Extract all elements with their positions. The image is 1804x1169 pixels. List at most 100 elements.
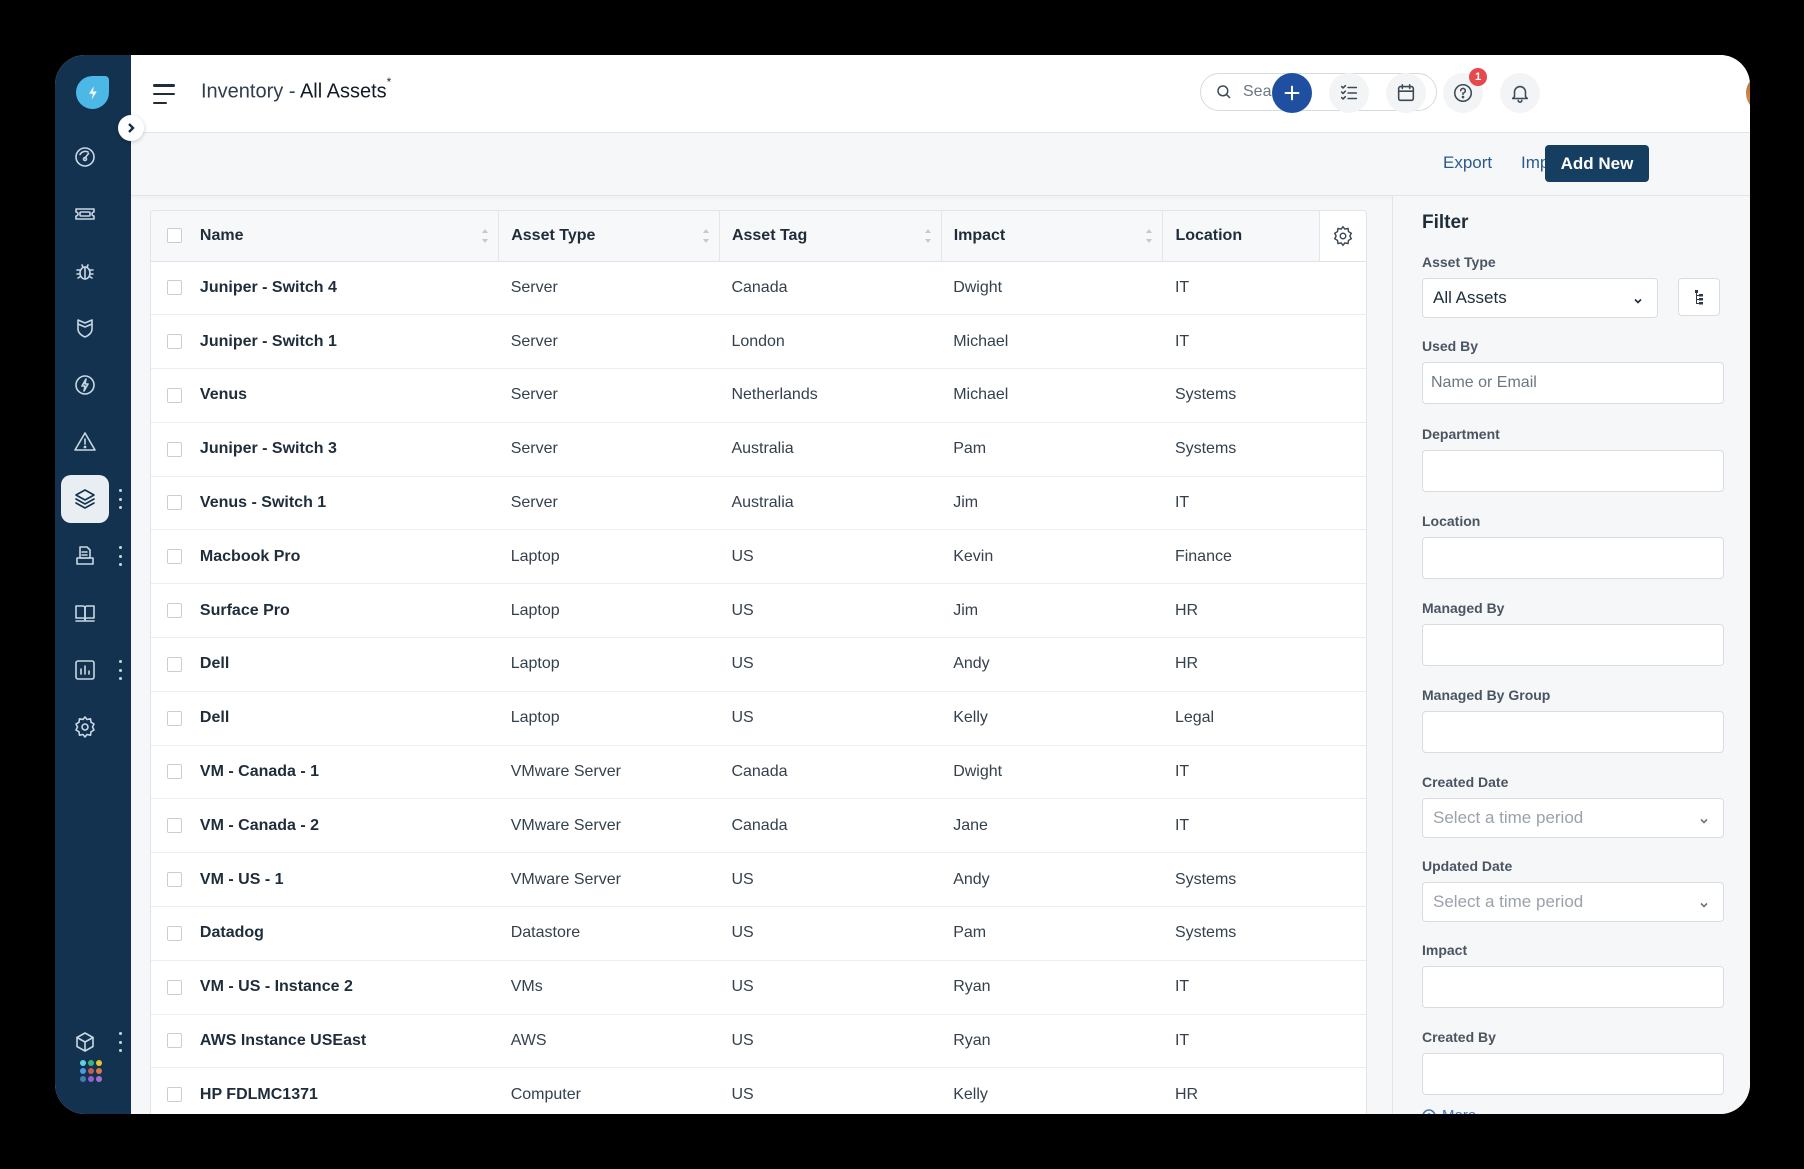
table-row[interactable]: Dell Laptop US Kelly Legal: [151, 691, 1366, 746]
cell-name[interactable]: VM - US - Instance 2: [200, 960, 499, 1014]
table-row[interactable]: AWS Instance USEast AWS US Ryan IT: [151, 1014, 1366, 1068]
table-row[interactable]: Macbook Pro Laptop US Kevin Finance: [151, 530, 1366, 584]
created-by-input[interactable]: [1422, 1053, 1724, 1095]
calendar-button[interactable]: [1386, 73, 1426, 113]
row-checkbox[interactable]: [167, 280, 182, 296]
cell-name[interactable]: HP FDLMC1371: [200, 1068, 499, 1114]
cell-name[interactable]: AWS Instance USEast: [200, 1014, 499, 1068]
row-checkbox[interactable]: [167, 871, 182, 887]
used-by-input[interactable]: [1422, 362, 1724, 404]
sidebar-item-purchases[interactable]: [61, 532, 109, 580]
add-new-button[interactable]: Add New: [1545, 145, 1649, 182]
sidebar-expand-button[interactable]: [118, 115, 144, 141]
tasks-button[interactable]: [1329, 73, 1369, 113]
sort-icon[interactable]: [924, 229, 931, 243]
cell-name[interactable]: Juniper - Switch 4: [200, 261, 499, 315]
cell-name[interactable]: Dell: [200, 691, 499, 745]
row-checkbox[interactable]: [167, 549, 182, 565]
help-button[interactable]: 1: [1443, 68, 1487, 113]
cell-name[interactable]: Juniper - Switch 3: [200, 422, 499, 476]
sort-icon[interactable]: [702, 229, 709, 243]
sort-icon[interactable]: [1146, 229, 1153, 243]
managed-by-group-input[interactable]: [1422, 711, 1724, 753]
table-row[interactable]: Juniper - Switch 3 Server Australia Pam Syst…: [151, 422, 1366, 477]
table-row[interactable]: Venus - Switch 1 Server Australia Jim IT: [151, 476, 1366, 530]
sidebar-item-reports[interactable]: [61, 646, 109, 694]
asset-type-select[interactable]: All Assets: [1422, 278, 1658, 318]
modules-more-menu[interactable]: [117, 1032, 123, 1052]
cell-name[interactable]: Dell: [200, 638, 499, 692]
row-checkbox[interactable]: [167, 602, 182, 618]
sidebar-item-releases[interactable]: [61, 361, 109, 409]
more-filters-link[interactable]: More: [1422, 1107, 1476, 1114]
row-checkbox[interactable]: [167, 818, 182, 834]
cell-name[interactable]: VM - Canada - 2: [200, 799, 499, 853]
table-row[interactable]: VM - Canada - 1 VMware Server Canada Dwight…: [151, 745, 1366, 799]
row-checkbox[interactable]: [167, 764, 182, 780]
asset-type-tree-button[interactable]: [1678, 278, 1720, 316]
column-header-impact[interactable]: Impact: [941, 211, 1164, 262]
impact-input[interactable]: [1422, 966, 1724, 1008]
table-row[interactable]: VM - Canada - 2 VMware Server Canada Jane IT: [151, 799, 1366, 853]
location-input[interactable]: [1422, 537, 1724, 579]
sidebar-item-problems[interactable]: [61, 247, 109, 295]
app-logo[interactable]: [76, 76, 109, 109]
sidebar-item-admin[interactable]: [61, 703, 109, 751]
apps-grid-icon[interactable]: [80, 1060, 102, 1082]
table-row[interactable]: VM - US - 1 VMware Server US Andy Systems: [151, 853, 1366, 907]
table-row[interactable]: Dell Laptop US Andy HR: [151, 638, 1366, 692]
sidebar-item-alerts[interactable]: [61, 418, 109, 466]
notifications-button[interactable]: [1500, 73, 1540, 113]
cell-name[interactable]: Surface Pro: [200, 584, 499, 638]
user-avatar[interactable]: [1746, 73, 1750, 113]
department-input[interactable]: [1422, 450, 1724, 492]
row-checkbox[interactable]: [167, 441, 182, 457]
sidebar-item-changes[interactable]: [61, 304, 109, 352]
row-checkbox[interactable]: [167, 387, 182, 403]
cell-name[interactable]: Venus - Switch 1: [200, 476, 499, 530]
sidebar-item-dashboard[interactable]: [61, 133, 109, 181]
table-row[interactable]: Juniper - Switch 1 Server London Michael IT: [151, 315, 1366, 369]
quick-create-button[interactable]: [1272, 73, 1312, 113]
column-header-asset-tag[interactable]: Asset Tag: [719, 211, 942, 262]
unsaved-marker: *: [386, 75, 392, 89]
table-row[interactable]: Datadog Datastore US Pam Systems: [151, 907, 1366, 961]
sidebar-item-knowledge[interactable]: [61, 589, 109, 637]
row-checkbox[interactable]: [167, 925, 182, 941]
column-header-name[interactable]: Name: [199, 211, 500, 262]
row-checkbox[interactable]: [167, 333, 182, 349]
table-row[interactable]: Surface Pro Laptop US Jim HR: [151, 584, 1366, 638]
row-checkbox[interactable]: [167, 495, 182, 511]
table-row[interactable]: HP FDLMC1371 Computer US Kelly HR: [151, 1068, 1366, 1114]
cell-name[interactable]: VM - US - 1: [200, 853, 499, 907]
table-row[interactable]: Venus Server Netherlands Michael Systems: [151, 369, 1366, 423]
row-checkbox[interactable]: [167, 1033, 182, 1049]
table-row[interactable]: Juniper - Switch 4 Server Canada Dwight IT: [151, 261, 1366, 315]
sidebar-item-tickets[interactable]: [61, 190, 109, 238]
row-checkbox[interactable]: [167, 710, 182, 726]
menu-hamburger-icon[interactable]: [153, 84, 177, 104]
cell-name[interactable]: Venus: [200, 369, 499, 423]
row-checkbox[interactable]: [167, 979, 182, 995]
sidebar-item-modules[interactable]: [61, 1018, 109, 1066]
row-checkbox[interactable]: [167, 1087, 182, 1103]
column-settings-button[interactable]: [1319, 211, 1366, 262]
assets-more-menu[interactable]: [117, 489, 123, 509]
created-date-select[interactable]: Select a time period: [1422, 798, 1724, 838]
cell-name[interactable]: Datadog: [200, 907, 499, 961]
cell-name[interactable]: Juniper - Switch 1: [200, 315, 499, 369]
cell-name[interactable]: VM - Canada - 1: [200, 745, 499, 799]
export-button[interactable]: Export: [1443, 153, 1492, 173]
managed-by-input[interactable]: [1422, 624, 1724, 666]
purchases-more-menu[interactable]: [117, 546, 123, 566]
updated-date-select[interactable]: Select a time period: [1422, 882, 1724, 922]
select-all-checkbox[interactable]: [167, 228, 182, 244]
sort-icon[interactable]: [482, 229, 489, 243]
reports-more-menu[interactable]: [117, 660, 123, 680]
row-checkbox[interactable]: [167, 656, 182, 672]
column-header-location[interactable]: Location: [1162, 211, 1320, 262]
cell-name[interactable]: Macbook Pro: [200, 530, 499, 584]
sidebar-item-assets[interactable]: [61, 475, 109, 523]
table-row[interactable]: VM - US - Instance 2 VMs US Ryan IT: [151, 960, 1366, 1015]
column-header-asset-type[interactable]: Asset Type: [498, 211, 720, 262]
